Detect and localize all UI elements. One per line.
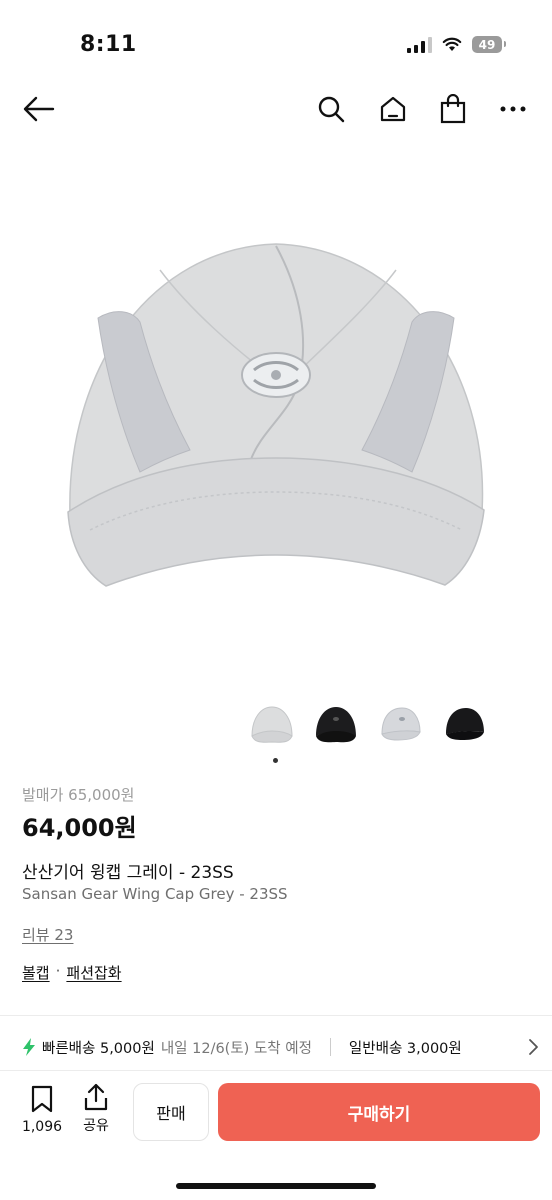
home-indicator bbox=[176, 1183, 376, 1189]
category-breadcrumb: 볼캡 · 패션잡화 bbox=[22, 962, 122, 983]
product-name-english: Sansan Gear Wing Cap Grey - 23SS bbox=[22, 885, 288, 903]
section-divider bbox=[0, 1015, 552, 1016]
product-name-korean: 산산기어 윙캡 그레이 - 23SS bbox=[22, 863, 234, 883]
product-image[interactable] bbox=[40, 200, 512, 620]
bookmark-button[interactable]: 1,096 bbox=[16, 1085, 68, 1141]
search-icon[interactable] bbox=[314, 92, 348, 126]
sale-price: 64,000원 bbox=[22, 814, 137, 842]
review-link[interactable]: 리뷰 23 bbox=[22, 924, 73, 945]
back-arrow-icon[interactable] bbox=[22, 92, 56, 126]
battery-icon: 49 bbox=[472, 36, 506, 53]
thumbnail-black-cap-side[interactable] bbox=[440, 700, 488, 748]
buy-button[interactable]: 구매하기 bbox=[218, 1083, 540, 1141]
top-navigation bbox=[0, 84, 552, 134]
shipping-options[interactable]: 빠른배송 5,000원 내일 12/6(토) 도착 예정 일반배송 3,000원 bbox=[22, 1034, 552, 1060]
status-time: 8:11 bbox=[80, 32, 137, 57]
thumbnail-selected-indicator bbox=[273, 758, 278, 763]
fast-shipping-eta: 내일 12/6(토) 도착 예정 bbox=[160, 1040, 312, 1057]
fast-shipping-label: 빠른배송 5,000원 bbox=[42, 1040, 155, 1057]
status-bar: 8:11 49 bbox=[0, 0, 552, 90]
thumbnail-grey-cap-side[interactable] bbox=[376, 700, 424, 748]
original-price: 발매가 65,000원 bbox=[22, 786, 135, 804]
bottom-action-bar: 1,096 공유 판매 구매하기 bbox=[0, 1070, 552, 1200]
bookmark-count: 1,096 bbox=[21, 1119, 63, 1135]
shipping-divider bbox=[329, 1038, 331, 1056]
category-link-fashion-goods[interactable]: 패션잡화 bbox=[66, 962, 121, 983]
thumbnail-grey-cap-front[interactable] bbox=[248, 700, 296, 748]
cellular-signal-icon bbox=[407, 36, 432, 53]
category-separator: · bbox=[55, 962, 61, 980]
thumbnail-black-cap-front[interactable] bbox=[312, 700, 360, 748]
chevron-right-icon[interactable] bbox=[526, 1038, 540, 1056]
lightning-bolt-icon bbox=[22, 1037, 38, 1057]
home-icon[interactable] bbox=[376, 92, 410, 126]
share-label: 공유 bbox=[83, 1118, 109, 1134]
bookmark-icon bbox=[31, 1085, 53, 1113]
thumbnail-strip bbox=[248, 700, 488, 748]
normal-shipping-label: 일반배송 3,000원 bbox=[348, 1040, 462, 1057]
share-button[interactable]: 공유 bbox=[74, 1083, 118, 1141]
sell-button[interactable]: 판매 bbox=[133, 1083, 209, 1141]
category-link-ballcap[interactable]: 볼캡 bbox=[22, 962, 50, 983]
shopping-bag-icon[interactable] bbox=[436, 92, 470, 126]
more-options-icon[interactable] bbox=[496, 92, 530, 126]
wifi-icon bbox=[442, 37, 462, 51]
status-icons: 49 bbox=[407, 36, 506, 53]
share-icon bbox=[84, 1083, 108, 1111]
